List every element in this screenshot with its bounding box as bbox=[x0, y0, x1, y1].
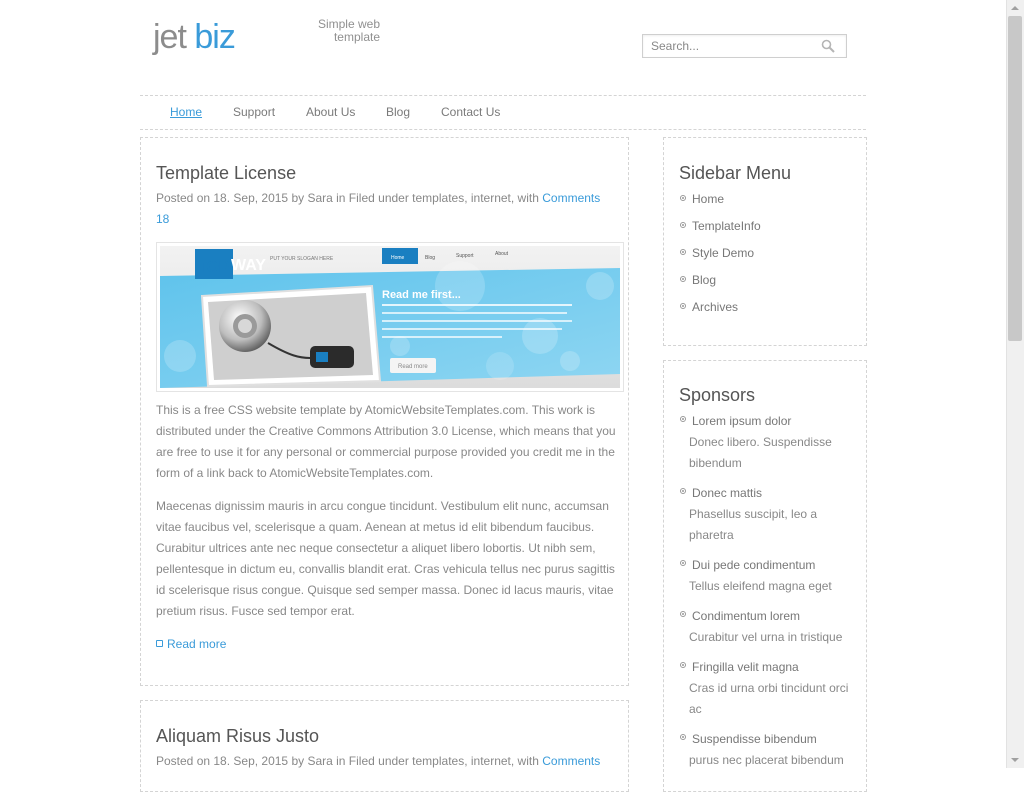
sidebar-menu-list: Home TemplateInfo Style Demo Blog Archiv… bbox=[679, 190, 859, 325]
bullet-icon bbox=[680, 276, 686, 282]
preview-slogan: PUT YOUR SLOGAN HERE bbox=[270, 256, 334, 262]
sidebar-menu: Sidebar Menu Home TemplateInfo Style Dem… bbox=[663, 137, 867, 346]
comments-link[interactable]: Comments bbox=[542, 754, 600, 768]
post-image: TOP WAY PUT YOUR SLOGAN HERE Home Blog S… bbox=[156, 242, 624, 392]
post-title[interactable]: Template License bbox=[156, 163, 296, 184]
preview-read-more: Read more bbox=[398, 364, 428, 370]
sponsor-item: Condimentum lorem Curabitur vel urna in t… bbox=[679, 606, 859, 648]
sidebar-item-label: Home bbox=[692, 192, 725, 206]
sponsor-item: Fringilla velit magna Cras id urna orbi t… bbox=[679, 657, 859, 720]
post-paragraph-2: Maecenas dignissim mauris in arcu congue… bbox=[156, 499, 615, 618]
sponsors-list: Lorem ipsum dolor Donec libero. Suspendis… bbox=[679, 411, 859, 780]
site-slogan: Simple web template bbox=[310, 18, 380, 44]
sidebar-item-archives[interactable]: Archives bbox=[679, 298, 859, 325]
post-paragraph-1: This is a free CSS website template by A… bbox=[156, 403, 616, 480]
preview-heading: Read me first... bbox=[382, 289, 461, 301]
search-input[interactable] bbox=[643, 35, 816, 57]
sponsor-link[interactable]: Condimentum lorem bbox=[692, 609, 800, 623]
preview-brand-way: WAY bbox=[231, 257, 266, 274]
scroll-thumb[interactable] bbox=[1008, 16, 1022, 341]
bullet-icon bbox=[680, 662, 686, 668]
sponsor-link[interactable]: Lorem ipsum dolor bbox=[692, 414, 791, 428]
sponsor-description: Phasellus suscipit, leo a pharetra bbox=[689, 507, 818, 542]
post-meta-text: Posted on 18. Sep, 2015 by Sara in Filed… bbox=[156, 191, 543, 205]
sidebar-item-label: TemplateInfo bbox=[692, 219, 761, 233]
page-scrollbar[interactable] bbox=[1006, 0, 1024, 768]
template-preview-image: TOP WAY PUT YOUR SLOGAN HERE Home Blog S… bbox=[160, 246, 620, 388]
post-meta: Posted on 18. Sep, 2015 by Sara in Filed… bbox=[156, 188, 616, 230]
post-title[interactable]: Aliquam Risus Justo bbox=[156, 726, 319, 747]
sponsor-description: Tellus eleifend magna eget bbox=[689, 579, 832, 593]
bullet-icon bbox=[680, 222, 686, 228]
read-more-text[interactable]: Read more bbox=[167, 637, 226, 651]
bullet-icon bbox=[156, 640, 163, 648]
search-icon[interactable] bbox=[821, 39, 835, 53]
sponsor-item: Dui pede condimentum Tellus eleifend magn… bbox=[679, 555, 859, 597]
post-meta-text: Posted on 18. Sep, 2015 by Sara in Filed… bbox=[156, 754, 543, 768]
sidebar-item-style-demo[interactable]: Style Demo bbox=[679, 244, 859, 271]
logo-text-biz: biz bbox=[194, 18, 235, 56]
post-aliquam-risus-justo: Aliquam Risus Justo Posted on 18. Sep, 2… bbox=[140, 700, 629, 792]
main-nav: Home Support About Us Blog Contact Us bbox=[140, 95, 866, 130]
template-preview-graphic: TOP WAY PUT YOUR SLOGAN HERE Home Blog S… bbox=[160, 246, 620, 388]
scroll-up-arrow-icon[interactable] bbox=[1011, 6, 1019, 10]
sponsor-item: Donec mattis Phasellus suscipit, leo a ph… bbox=[679, 483, 859, 546]
preview-tab-about: About bbox=[495, 251, 509, 257]
sponsor-description: Curabitur vel urna in tristique bbox=[689, 630, 843, 644]
nav-item-home[interactable]: Home bbox=[170, 105, 202, 119]
sidebar-item-label: Style Demo bbox=[692, 246, 755, 260]
nav-item-contact-us[interactable]: Contact Us bbox=[441, 105, 500, 119]
bullet-icon bbox=[680, 611, 686, 617]
sponsor-link[interactable]: Suspendisse bibendum bbox=[692, 732, 817, 746]
slogan-line-2: template bbox=[333, 30, 380, 44]
bullet-icon bbox=[680, 488, 686, 494]
preview-tab-support: Support bbox=[456, 253, 474, 259]
bullet-icon bbox=[680, 734, 686, 740]
sidebar-item-label: Archives bbox=[692, 300, 739, 314]
nav-item-blog[interactable]: Blog bbox=[386, 105, 410, 119]
nav-item-support[interactable]: Support bbox=[233, 105, 275, 119]
nav-item-about-us[interactable]: About Us bbox=[306, 105, 355, 119]
bullet-icon bbox=[680, 249, 686, 255]
post-meta: Posted on 18. Sep, 2015 by Sara in Filed… bbox=[156, 751, 616, 772]
post-template-license: Template License Posted on 18. Sep, 2015… bbox=[140, 137, 629, 686]
read-more-link[interactable]: Read more bbox=[156, 637, 226, 651]
sponsors-title: Sponsors bbox=[679, 385, 756, 405]
bullet-icon bbox=[680, 560, 686, 566]
sponsor-link[interactable]: Dui pede condimentum bbox=[692, 558, 815, 572]
preview-brand-top: TOP bbox=[197, 259, 230, 276]
sponsor-item: Lorem ipsum dolor Donec libero. Suspendis… bbox=[679, 411, 859, 474]
sidebar-item-label: Blog bbox=[692, 273, 717, 287]
bullet-icon bbox=[680, 416, 686, 422]
preview-tab-blog: Blog bbox=[425, 255, 435, 261]
sidebar-item-blog[interactable]: Blog bbox=[679, 271, 859, 298]
bullet-icon bbox=[680, 195, 686, 201]
bullet-icon bbox=[680, 303, 686, 309]
sponsor-description: Donec libero. Suspendisse bibendum bbox=[689, 435, 832, 470]
search-box bbox=[642, 34, 847, 58]
sponsor-item: Suspendisse bibendum purus nec placerat b… bbox=[679, 729, 859, 771]
preview-tab-home: Home bbox=[391, 255, 405, 261]
sidebar-item-home[interactable]: Home bbox=[679, 190, 859, 217]
site-logo[interactable]: jet biz bbox=[153, 17, 236, 57]
logo-text-jet: jet bbox=[153, 18, 187, 56]
sponsor-link[interactable]: Donec mattis bbox=[692, 486, 762, 500]
scroll-down-arrow-icon[interactable] bbox=[1011, 758, 1019, 762]
sidebar-menu-title: Sidebar Menu bbox=[679, 163, 792, 183]
sidebar-sponsors: Sponsors Lorem ipsum dolor Donec libero. … bbox=[663, 360, 867, 792]
sponsor-link[interactable]: Fringilla velit magna bbox=[692, 660, 799, 674]
sidebar-item-templateinfo[interactable]: TemplateInfo bbox=[679, 217, 859, 244]
sponsor-description: Cras id urna orbi tincidunt orci ac bbox=[689, 681, 849, 716]
